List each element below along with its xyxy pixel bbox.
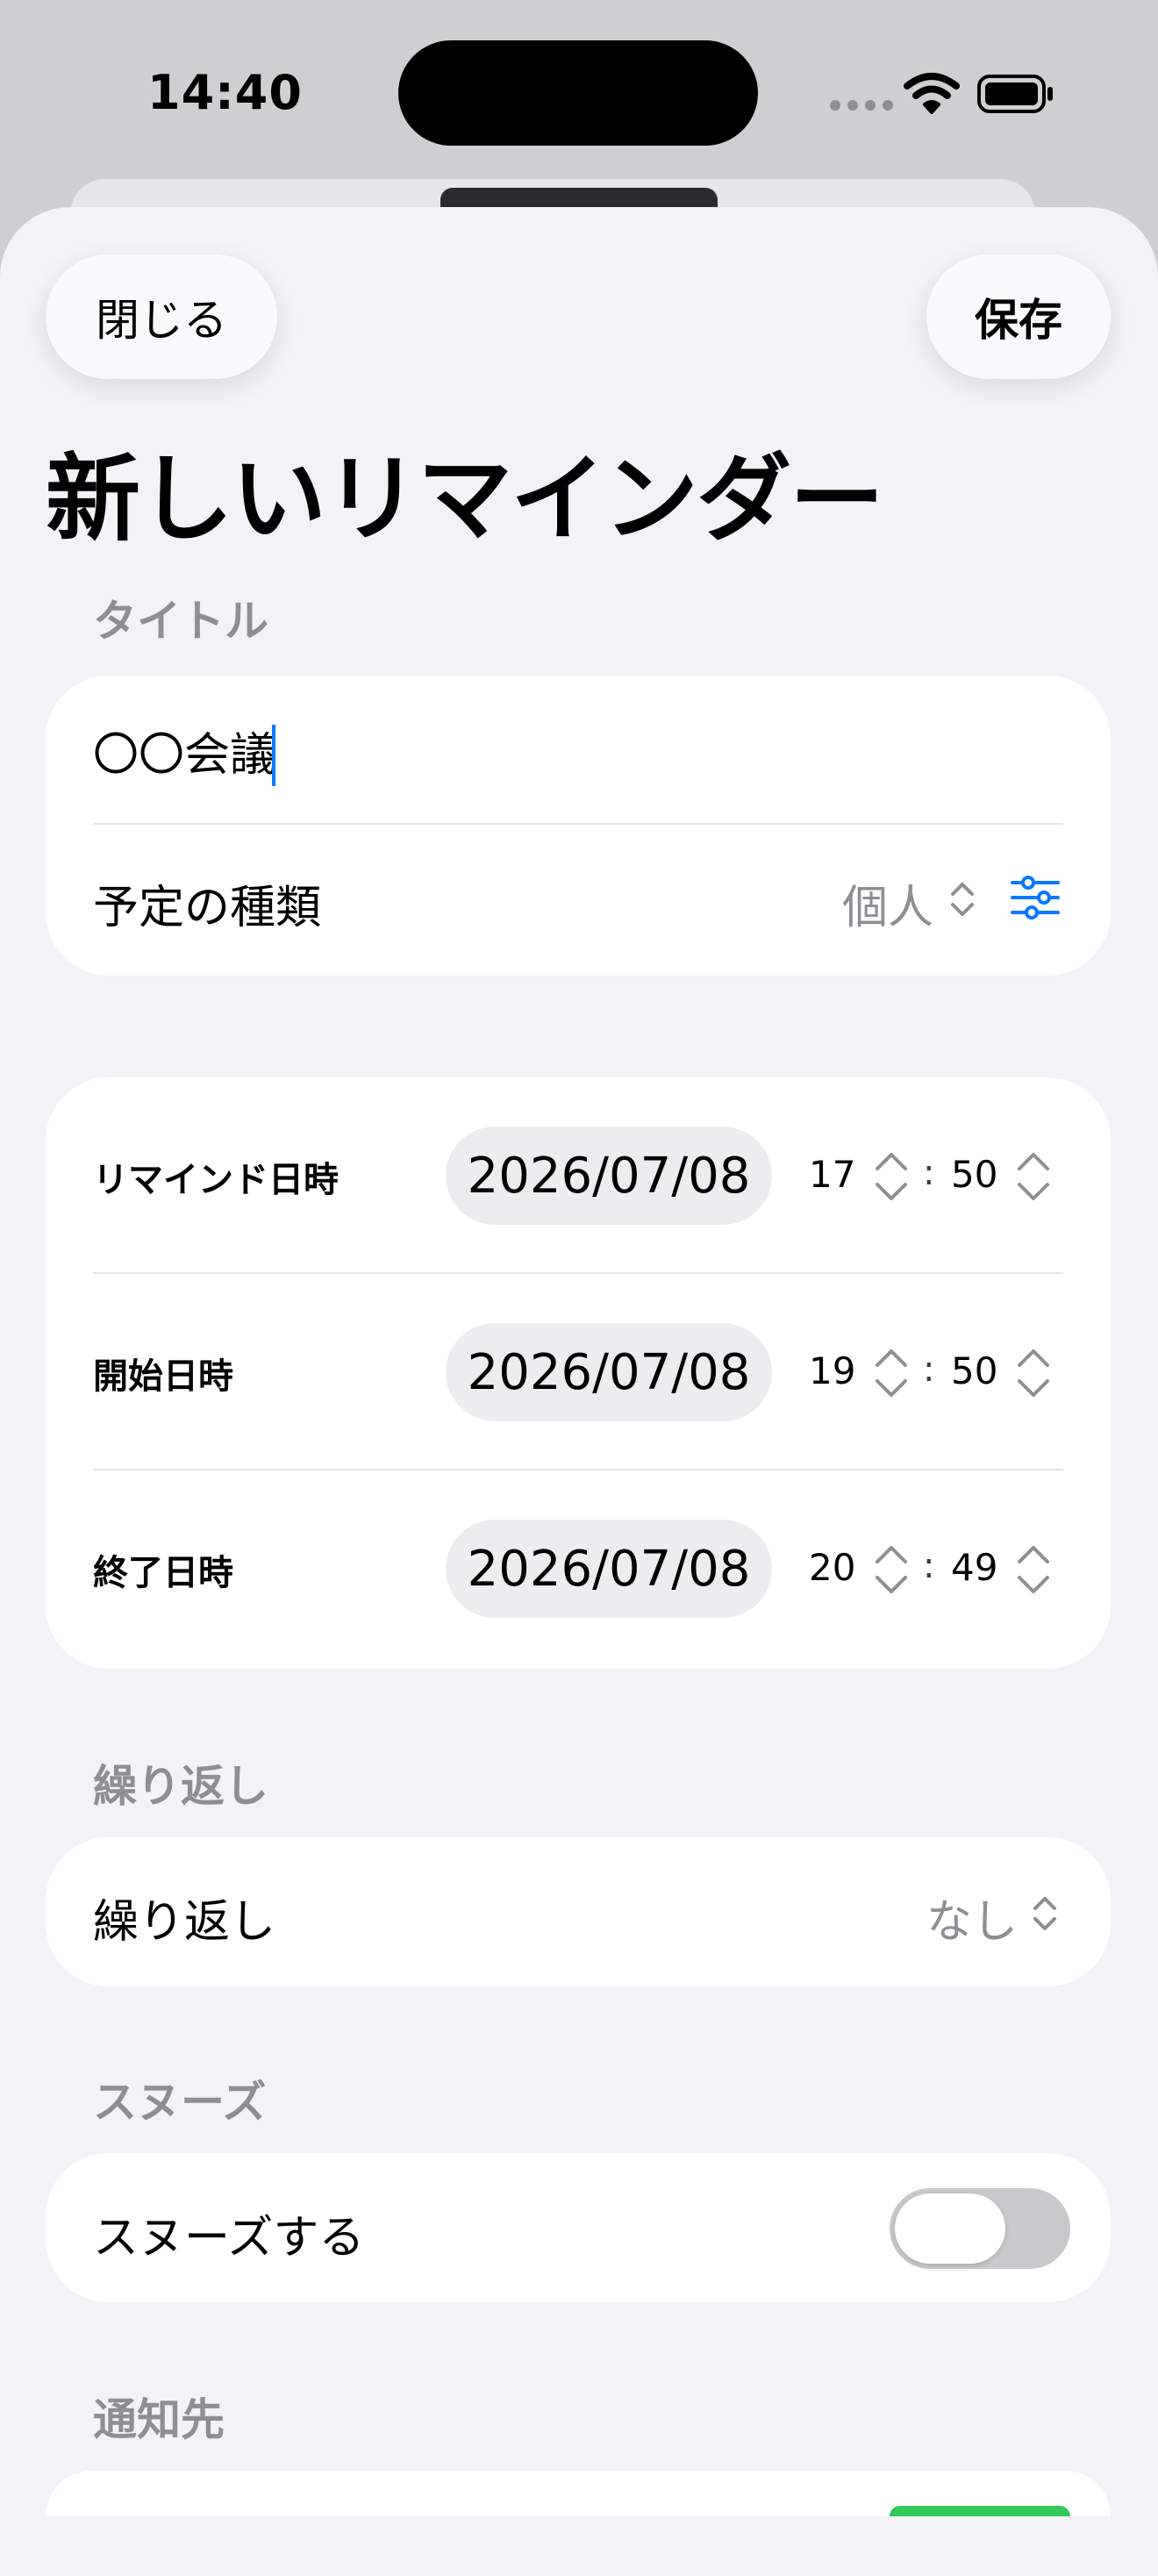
time-colon: : — [923, 1546, 935, 1586]
end-date-picker[interactable]: 2026/07/08 — [446, 1520, 772, 1618]
time-colon: : — [923, 1349, 935, 1390]
start-hour[interactable]: 19 — [809, 1349, 855, 1392]
snooze-card: スヌーズする — [46, 2153, 1111, 2302]
remind-hour[interactable]: 17 — [809, 1153, 855, 1196]
end-hour[interactable]: 20 — [809, 1546, 855, 1589]
remind-minute[interactable]: 50 — [951, 1153, 997, 1196]
hour-stepper-icon[interactable] — [872, 1344, 911, 1402]
notify-card — [46, 2471, 1111, 2516]
cellular-signal-icon — [830, 100, 893, 111]
start-datetime-label: 開始日時 — [93, 1356, 233, 1397]
snooze-toggle[interactable] — [890, 2188, 1070, 2269]
remind-date-picker[interactable]: 2026/07/08 — [446, 1127, 772, 1225]
hour-stepper-icon[interactable] — [872, 1541, 911, 1599]
chevron-updown-icon[interactable] — [1030, 1893, 1060, 1934]
section-header-snooze: スヌーズ — [93, 2077, 267, 2128]
status-time: 14:40 — [147, 65, 303, 120]
time-colon: : — [923, 1153, 935, 1193]
battery-icon — [977, 75, 1053, 113]
minute-stepper-icon[interactable] — [1014, 1541, 1053, 1599]
datetime-card: リマインド日時 2026/07/08 17 : 50 開始日時 2026/07/… — [46, 1077, 1111, 1669]
notify-toggle[interactable] — [890, 2506, 1070, 2516]
hour-stepper-icon[interactable] — [872, 1148, 911, 1206]
repeat-label: 繰り返し — [93, 1896, 276, 1949]
remind-datetime-label: リマインド日時 — [93, 1160, 339, 1200]
divider — [93, 1469, 1063, 1470]
repeat-value[interactable]: なし — [926, 1885, 1018, 1950]
minute-stepper-icon[interactable] — [1014, 1148, 1053, 1206]
sliders-icon[interactable] — [1009, 876, 1062, 919]
section-header-repeat: 繰り返し — [93, 1761, 268, 1812]
repeat-card[interactable]: 繰り返し なし — [46, 1837, 1111, 1986]
chevron-updown-icon[interactable] — [947, 879, 977, 919]
save-button[interactable]: 保存 — [926, 254, 1111, 379]
wifi-icon — [904, 73, 960, 114]
divider — [93, 823, 1063, 825]
section-header-title: タイトル — [93, 596, 268, 647]
start-minute[interactable]: 50 — [951, 1349, 997, 1392]
event-type-label: 予定の種類 — [93, 882, 322, 934]
divider — [93, 1272, 1063, 1274]
dynamic-island — [398, 40, 758, 146]
snooze-label: スヌーズする — [93, 2212, 365, 2265]
text-caret — [272, 725, 275, 786]
end-datetime-label: 終了日時 — [93, 1553, 233, 1593]
minute-stepper-icon[interactable] — [1014, 1344, 1053, 1402]
page-title: 新しいリマインダー — [46, 445, 884, 555]
toggle-knob — [895, 2193, 1005, 2264]
start-date-picker[interactable]: 2026/07/08 — [446, 1323, 772, 1421]
end-minute[interactable]: 49 — [951, 1546, 997, 1589]
event-type-value[interactable]: 個人 — [842, 870, 933, 936]
title-input[interactable] — [93, 711, 1058, 790]
close-button[interactable]: 閉じる — [46, 254, 277, 379]
section-header-notify: 通知先 — [93, 2394, 225, 2445]
title-card: 予定の種類 個人 — [46, 676, 1111, 976]
